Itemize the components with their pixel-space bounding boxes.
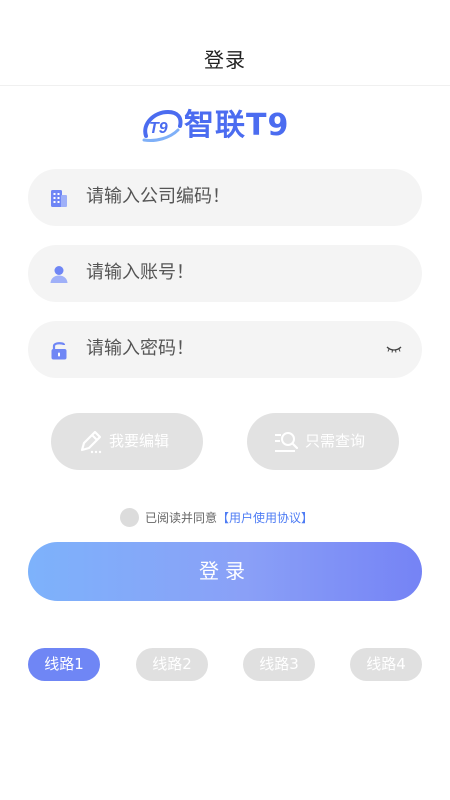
company-code-field[interactable]: 请输入公司编码！	[28, 169, 422, 226]
page-title: 登录	[204, 48, 246, 72]
pencil-icon	[80, 430, 102, 454]
user-icon	[50, 266, 68, 283]
route-3-button[interactable]: 线路3	[243, 648, 315, 681]
logo-text: 智联T9	[184, 108, 290, 143]
user-agreement-link[interactable]: 【用户使用协议】	[217, 511, 313, 525]
t9-logo-icon: T9	[142, 109, 183, 142]
route-2-button[interactable]: 线路2	[136, 648, 208, 681]
lock-icon	[51, 342, 67, 360]
route-1-button[interactable]: 线路1	[28, 648, 100, 681]
password-input[interactable]: 请输入密码！	[86, 337, 194, 361]
search-list-icon	[275, 432, 299, 452]
login-button[interactable]: 登录	[28, 542, 422, 601]
agreement-text: 已阅读并同意【用户使用协议】	[145, 509, 313, 527]
account-field[interactable]: 请输入账号！	[28, 245, 422, 302]
app-logo: T9 智联T9	[140, 106, 312, 146]
logo-mark: T9	[149, 120, 168, 137]
edit-mode-button[interactable]: 我要编辑	[51, 413, 203, 470]
eye-closed-icon[interactable]	[386, 345, 402, 353]
nav-bar: 登录	[0, 0, 450, 86]
query-mode-button[interactable]: 只需查询	[247, 413, 399, 470]
account-input[interactable]: 请输入账号！	[86, 261, 194, 285]
route-4-button[interactable]: 线路4	[350, 648, 422, 681]
agreement-checkbox[interactable]	[120, 508, 139, 527]
company-code-input[interactable]: 请输入公司编码！	[86, 185, 230, 209]
password-field[interactable]: 请输入密码！	[28, 321, 422, 378]
agreement-prefix: 已阅读并同意	[145, 511, 218, 525]
building-icon	[51, 190, 67, 207]
edit-mode-label: 我要编辑	[109, 432, 170, 450]
query-mode-label: 只需查询	[305, 432, 366, 450]
